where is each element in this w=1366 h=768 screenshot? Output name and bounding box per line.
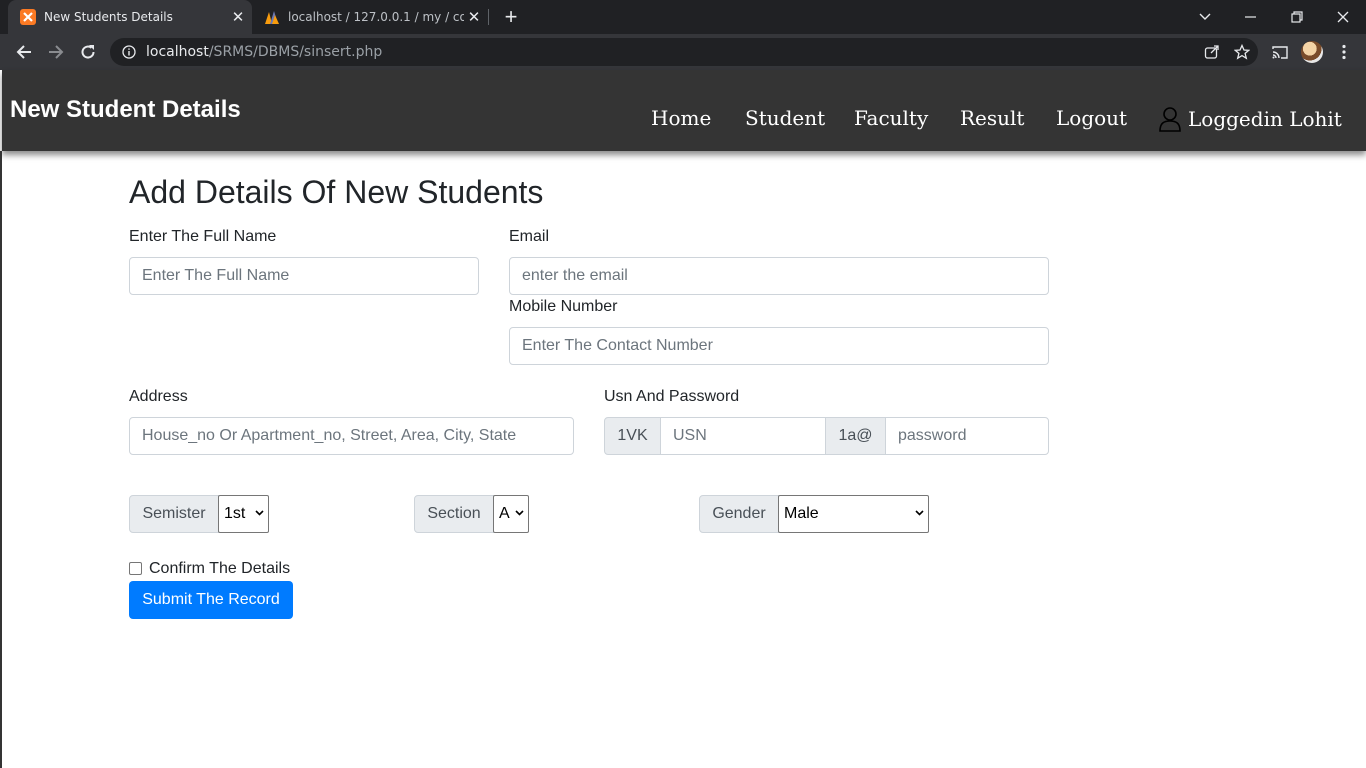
fullname-label: Enter The Full Name xyxy=(129,228,277,245)
share-icon[interactable] xyxy=(1204,44,1220,60)
browser-tab-title: New Students Details xyxy=(44,10,173,24)
user-label: Loggedin Lohit xyxy=(1188,107,1342,131)
nav-link-result[interactable]: Result xyxy=(960,106,1024,130)
close-window-icon[interactable] xyxy=(1320,0,1366,34)
gender-value: Male xyxy=(784,505,819,522)
navbar-brand[interactable]: New Student Details xyxy=(10,96,241,124)
forward-arrow-icon[interactable] xyxy=(42,38,70,66)
password-prefix-addon: 1a@ xyxy=(825,417,886,455)
chevron-down-icon xyxy=(915,510,924,516)
tab-close-icon[interactable]: ✕ xyxy=(228,8,248,26)
email-input[interactable]: enter the email xyxy=(509,257,1049,295)
logged-in-user[interactable]: Loggedin Lohit xyxy=(1158,106,1342,132)
mobile-label: Mobile Number xyxy=(509,298,618,315)
section-value: A xyxy=(499,505,510,522)
browser-tab-title: localhost / 127.0.0.1 / my / conf xyxy=(288,10,464,24)
new-tab-plus-icon[interactable]: + xyxy=(498,4,524,30)
xampp-favicon-icon xyxy=(20,9,36,25)
tab-close-icon[interactable]: ✕ xyxy=(464,8,484,26)
semester-addon: Semister xyxy=(129,495,219,533)
nav-link-logout[interactable]: Logout xyxy=(1056,106,1127,130)
restore-icon[interactable] xyxy=(1274,0,1320,34)
tab-search-chevron-icon[interactable] xyxy=(1182,0,1228,34)
phpmyadmin-favicon-icon xyxy=(265,11,279,24)
address-input[interactable]: House_no Or Apartment_no, Street, Area, … xyxy=(129,417,574,455)
browser-menu-icon[interactable] xyxy=(1330,38,1358,66)
address-label: Address xyxy=(129,388,188,405)
minimize-icon[interactable] xyxy=(1228,0,1274,34)
browser-tab-active[interactable]: New Students Details ✕ xyxy=(8,0,252,34)
confirm-checkbox[interactable] xyxy=(129,562,142,575)
submit-button[interactable]: Submit The Record xyxy=(129,581,293,619)
nav-link-student[interactable]: Student xyxy=(745,106,825,130)
left-edge-strip xyxy=(0,151,2,768)
bookmark-star-icon[interactable] xyxy=(1234,44,1250,60)
nav-link-home[interactable]: Home xyxy=(651,106,711,130)
browser-tab-phpmyadmin[interactable]: localhost / 127.0.0.1 / my / conf ✕ xyxy=(252,0,488,34)
user-icon xyxy=(1159,107,1181,132)
url-host: localhost xyxy=(146,44,209,60)
browser-toolbar: localhost/SRMS/DBMS/sinsert.php xyxy=(0,34,1366,70)
usn-prefix-addon: 1VK xyxy=(604,417,661,455)
chevron-down-icon xyxy=(515,510,524,516)
reload-icon[interactable] xyxy=(74,38,102,66)
profile-avatar[interactable] xyxy=(1298,38,1326,66)
nav-link-faculty[interactable]: Faculty xyxy=(854,106,928,130)
usn-input[interactable]: USN xyxy=(660,417,826,455)
confirm-label[interactable]: Confirm The Details xyxy=(149,560,290,578)
section-select[interactable]: A xyxy=(493,495,529,533)
back-arrow-icon[interactable] xyxy=(10,38,38,66)
fullname-input[interactable]: Enter The Full Name xyxy=(129,257,479,295)
usn-password-label: Usn And Password xyxy=(604,388,740,405)
semester-select[interactable]: 1st xyxy=(218,495,269,533)
section-addon: Section xyxy=(414,495,494,533)
tab-divider xyxy=(488,9,489,25)
url-path: /SRMS/DBMS/sinsert.php xyxy=(208,44,383,60)
mobile-input[interactable]: Enter The Contact Number xyxy=(509,327,1049,365)
chevron-down-icon xyxy=(255,510,264,516)
cast-icon[interactable] xyxy=(1266,38,1294,66)
password-input[interactable]: password xyxy=(885,417,1049,455)
gender-addon: Gender xyxy=(699,495,779,533)
page-title: Add Details Of New Students xyxy=(129,174,544,210)
gender-select[interactable]: Male xyxy=(778,495,929,533)
email-label: Email xyxy=(509,228,550,245)
semester-value: 1st xyxy=(224,505,246,522)
site-navbar: New Student Details Home Student Faculty… xyxy=(2,70,1366,151)
site-info-icon[interactable] xyxy=(122,45,136,59)
address-bar[interactable]: localhost/SRMS/DBMS/sinsert.php xyxy=(110,38,1258,66)
browser-tab-bar: New Students Details ✕ localhost / 127.0… xyxy=(0,0,1366,34)
